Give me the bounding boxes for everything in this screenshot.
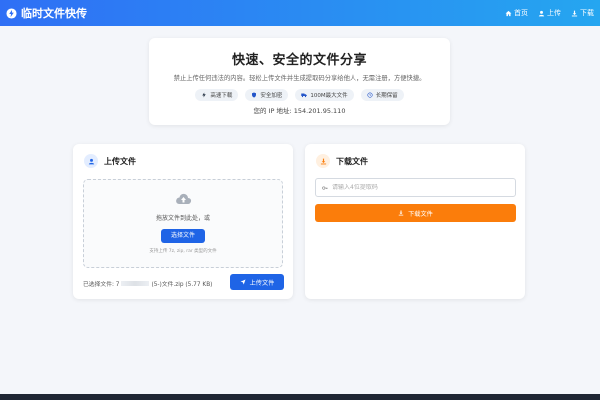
redacted-filename <box>121 281 150 286</box>
brand-name: 临时文件快传 <box>21 7 87 20</box>
ip-value: 154.201.95.110 <box>293 107 346 115</box>
choose-file-button[interactable]: 选择文件 <box>161 229 205 243</box>
top-navbar: 临时文件快传 首页 上传 下载 <box>0 0 600 26</box>
feature-list: 高速下载 安全加密 100M最大文件 长期保留 <box>149 89 450 101</box>
upload-file-button[interactable]: 上传文件 <box>230 274 284 290</box>
feature-label: 安全加密 <box>260 93 283 99</box>
drop-instruction: 拖放文件到此处，或 <box>155 215 210 222</box>
brand[interactable]: 临时文件快传 <box>6 5 87 21</box>
download-card-title: 下载文件 <box>336 156 368 166</box>
nav-upload-label: 上传 <box>547 9 561 17</box>
nav-home-label: 首页 <box>514 9 528 17</box>
nav-download[interactable]: 下载 <box>571 8 594 18</box>
bolt-icon <box>202 92 207 98</box>
key-icon <box>322 185 328 190</box>
feature-label: 100M最大文件 <box>310 93 348 99</box>
truck-icon <box>301 93 308 98</box>
clock-icon <box>367 92 373 98</box>
ip-address-line: 您的 IP 地址: 154.201.95.110 <box>149 105 450 115</box>
supported-types-text: 支持上传 7z, zip, rar 类型的文件 <box>149 249 217 254</box>
footer-bar <box>0 394 600 400</box>
download-file-button[interactable]: 下载文件 <box>315 204 516 222</box>
send-icon <box>240 279 246 285</box>
user-icon <box>538 10 545 16</box>
download-icon <box>571 10 578 16</box>
upload-card-header: 上传文件 <box>84 154 136 168</box>
home-icon <box>505 10 512 16</box>
file-dropzone[interactable]: 拖放文件到此处，或 选择文件 支持上传 7z, zip, rar 类型的文件 <box>83 179 283 268</box>
cloud-upload-icon <box>175 193 191 204</box>
feature-max-size: 100M最大文件 <box>295 89 354 101</box>
download-card: 下载文件 下载文件 <box>305 144 525 299</box>
upload-card-title: 上传文件 <box>104 156 136 166</box>
extraction-code-field <box>315 178 516 197</box>
download-button-label: 下载文件 <box>408 210 433 218</box>
hero-subtitle: 禁止上传任何违法的内容。轻松上传文件并生成提取码分享给他人，无需注册，方便快捷。 <box>173 75 426 82</box>
download-card-header: 下载文件 <box>316 154 368 168</box>
selected-file-prefix: 已选择文件: 7 <box>83 282 120 288</box>
nav-upload[interactable]: 上传 <box>538 8 561 18</box>
hero-card: 快速、安全的文件分享 禁止上传任何违法的内容。轻松上传文件并生成提取码分享给他人… <box>149 38 450 125</box>
ip-label: 您的 IP 地址: <box>253 107 292 115</box>
nav-menu: 首页 上传 下载 <box>505 8 594 18</box>
upload-user-icon <box>88 158 94 164</box>
download-badge <box>316 154 330 168</box>
bolt-logo-icon <box>6 7 17 19</box>
selected-file-info: 已选择文件: 7 (5-)文件.zip (5.77 KB) <box>83 279 212 288</box>
feature-long-term: 长期保留 <box>360 89 404 101</box>
feature-label: 长期保留 <box>375 93 398 99</box>
nav-home[interactable]: 首页 <box>505 8 528 18</box>
extraction-code-input[interactable] <box>332 184 512 191</box>
selected-file-suffix: (5-)文件.zip (5.77 KB) <box>151 282 213 288</box>
feature-label: 高速下载 <box>210 93 233 99</box>
upload-button-label: 上传文件 <box>249 279 275 287</box>
hero-title: 快速、安全的文件分享 <box>231 53 367 68</box>
feature-fast-download: 高速下载 <box>195 89 239 101</box>
upload-badge <box>84 154 98 168</box>
nav-download-label: 下载 <box>580 9 594 17</box>
shield-icon <box>252 92 257 98</box>
upload-card: 上传文件 拖放文件到此处，或 选择文件 支持上传 7z, zip, rar 类型… <box>73 144 293 299</box>
feature-secure: 安全加密 <box>245 89 289 101</box>
download-tray-icon <box>320 158 326 164</box>
download-icon <box>398 210 404 216</box>
